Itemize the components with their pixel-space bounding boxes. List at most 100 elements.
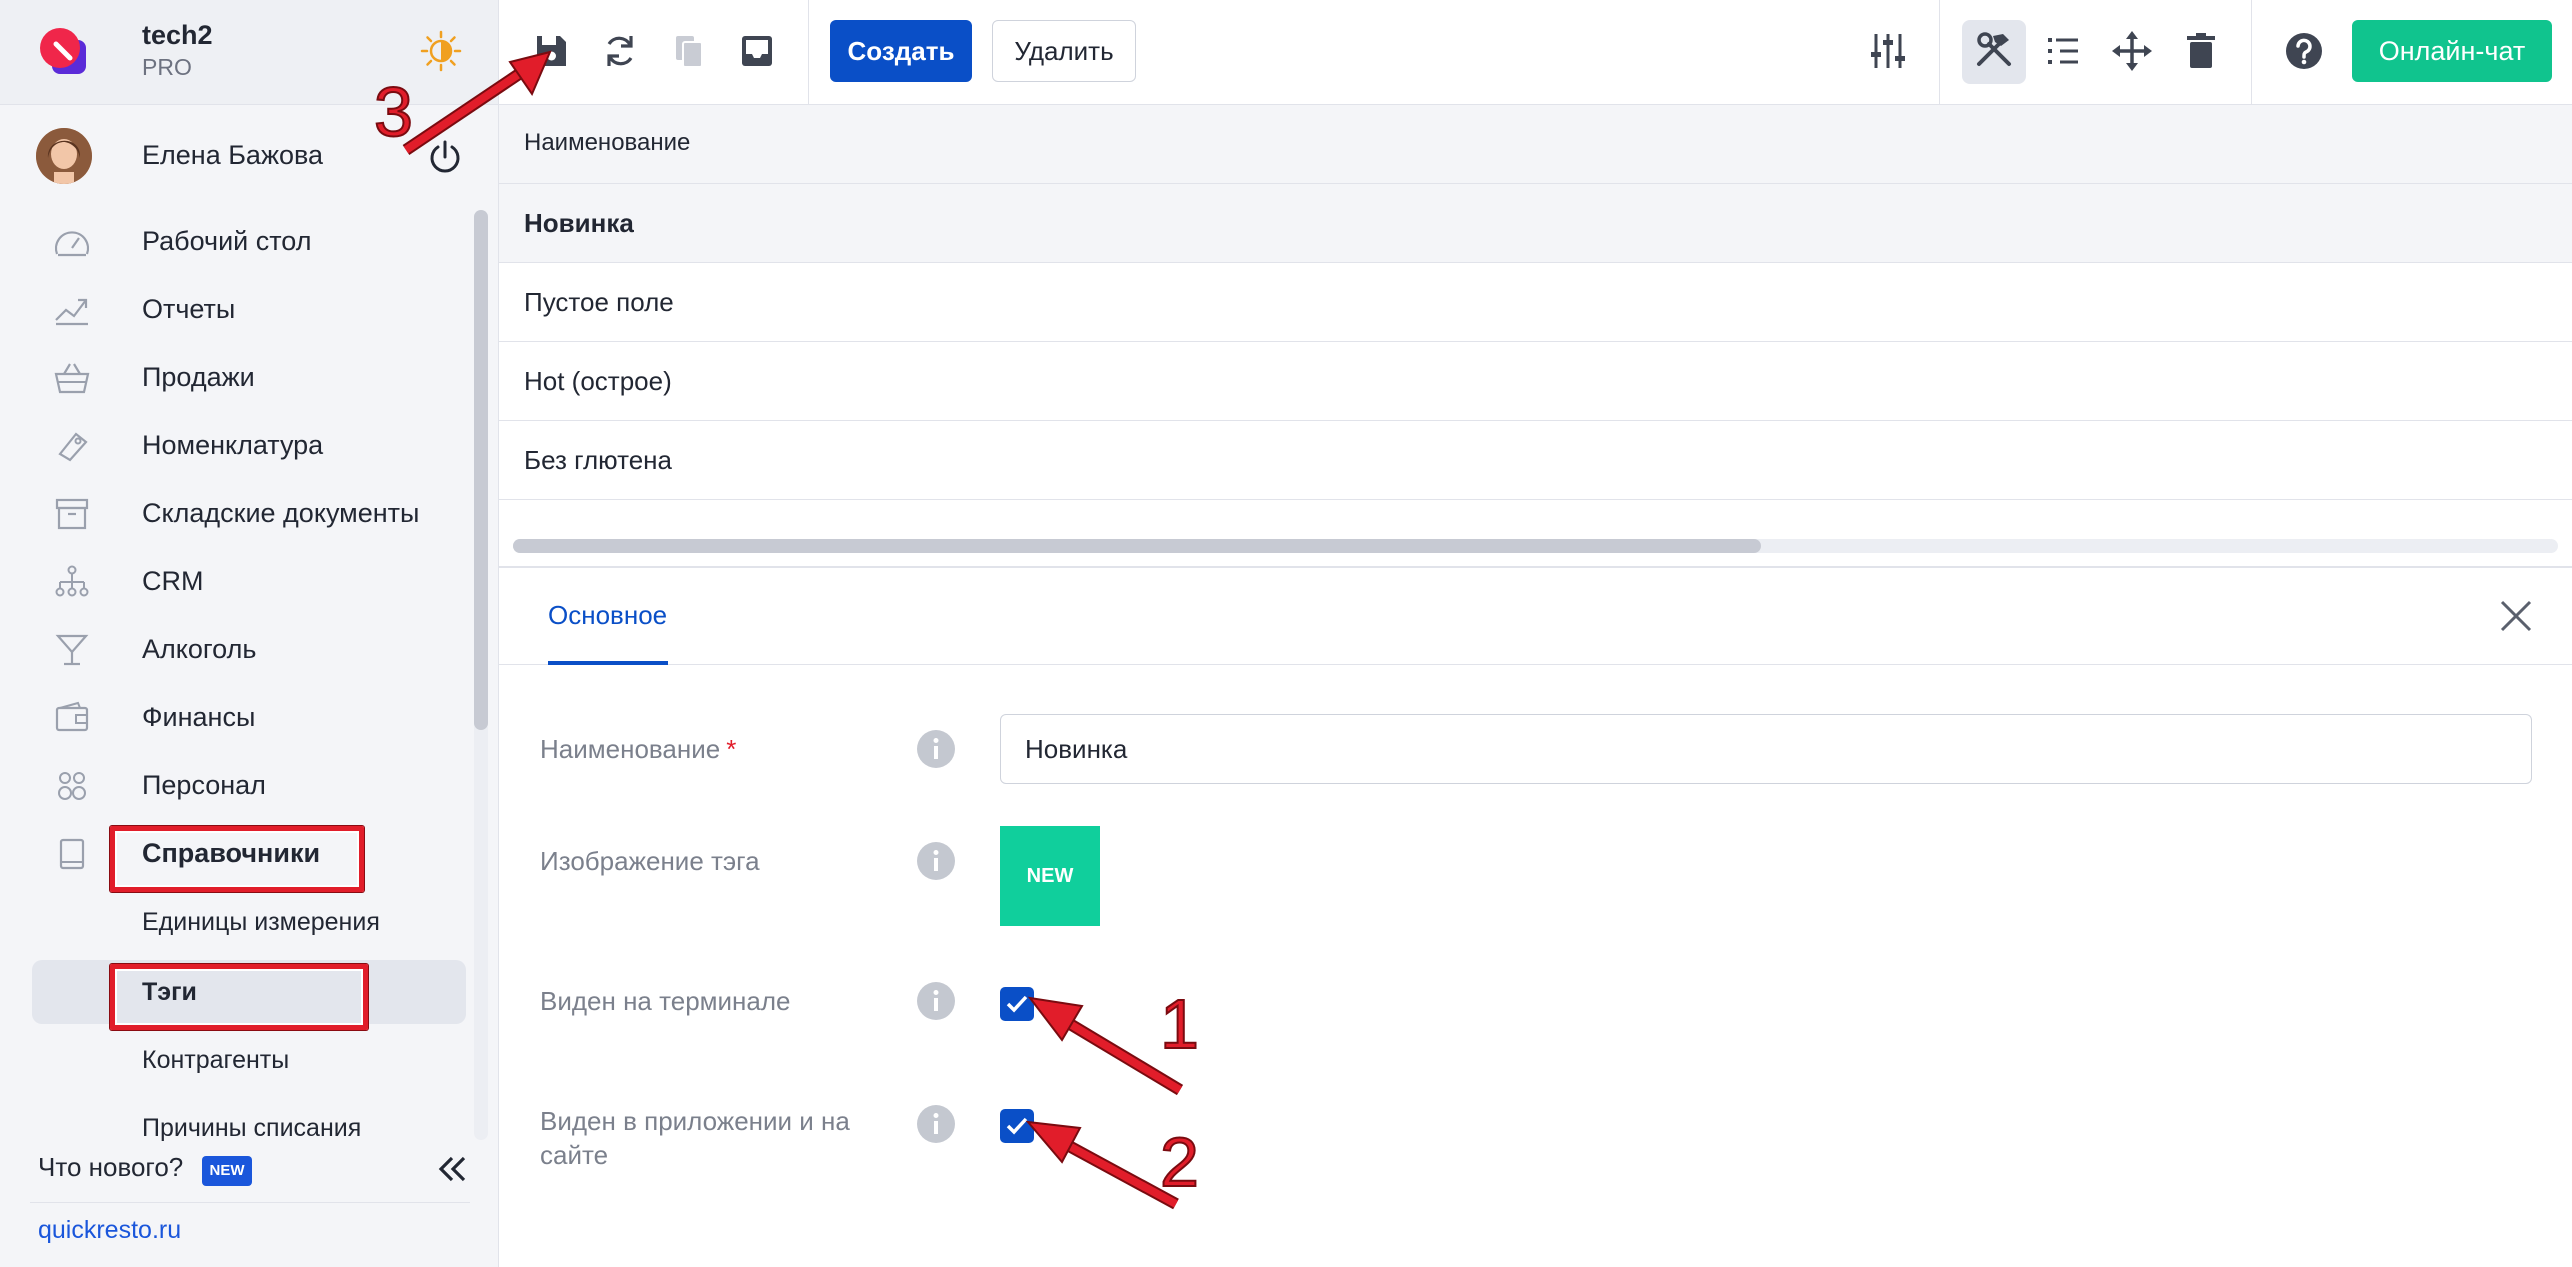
annotation-number-2: 2 <box>1160 1123 1199 1201</box>
nav-item-nomenclature[interactable]: Номенклатура <box>0 412 470 480</box>
table-cell: Без глютена <box>524 445 673 475</box>
copy-icon[interactable] <box>666 28 712 74</box>
people-icon <box>58 772 86 800</box>
user-panel: Елена Бажова <box>0 104 498 208</box>
theme-toggle-icon[interactable] <box>420 30 462 72</box>
subnav-item-counterparties[interactable]: Контрагенты <box>32 1028 466 1092</box>
name-label-text: Наименование <box>540 734 721 764</box>
nav-item-label: Продажи <box>142 362 255 392</box>
nav-item-label: Рабочий стол <box>142 226 312 256</box>
collapse-sidebar-icon[interactable] <box>432 1152 472 1186</box>
avatar-image-icon <box>36 128 92 184</box>
new-badge: NEW <box>202 1156 252 1186</box>
website-link[interactable]: quickresto.ru <box>38 1216 181 1245</box>
trash-icon[interactable] <box>2178 28 2224 74</box>
basket-icon <box>54 363 90 394</box>
table-row[interactable]: Без глютена <box>499 421 2572 500</box>
nav-item-crm[interactable]: CRM <box>0 548 470 616</box>
required-asterisk: * <box>726 734 737 764</box>
info-icon[interactable] <box>916 981 956 1021</box>
user-name: Елена Бажова <box>142 140 324 170</box>
dashboard-icon <box>54 231 90 257</box>
table-row[interactable]: Hot (острое) <box>499 342 2572 421</box>
detail-tabs <box>499 568 2572 665</box>
tag-image-label: Изображение тэга <box>540 846 760 876</box>
inbox-icon[interactable] <box>734 28 780 74</box>
sidebar-footer-divider <box>30 1202 470 1203</box>
wallet-icon <box>55 701 89 732</box>
tag-icon <box>58 432 88 462</box>
info-icon[interactable] <box>916 1104 956 1144</box>
checkmark-icon <box>1006 995 1028 1013</box>
nav-item-label: Складские документы <box>142 498 420 528</box>
nav-item-label: CRM <box>142 566 204 596</box>
nav-item-warehouse-docs[interactable]: Складские документы <box>0 480 470 548</box>
annotation-number-1: 1 <box>1160 985 1199 1063</box>
toolbar: Создать Удалить Онлайн-чат <box>499 0 2572 105</box>
checkmark-icon <box>1006 1117 1028 1135</box>
nav-item-reports[interactable]: Отчеты <box>0 276 470 344</box>
online-chat-button[interactable]: Онлайн-чат <box>2352 20 2552 82</box>
highlight-box-references <box>110 826 364 892</box>
plan-label: PRO <box>142 54 192 80</box>
info-icon[interactable] <box>916 841 956 881</box>
table-row[interactable]: Пустое поле <box>499 263 2572 342</box>
visible-terminal-checkbox[interactable] <box>1000 987 1034 1021</box>
close-icon[interactable] <box>2496 596 2536 636</box>
name-input[interactable] <box>1001 715 2531 783</box>
subnav-item-label: Единицы измерения <box>142 908 380 936</box>
info-icon[interactable] <box>916 729 956 769</box>
toolbar-divider <box>1939 0 1940 104</box>
subnav-item-units[interactable]: Единицы измерения <box>32 890 466 954</box>
subnav-item-label: Причины списания <box>142 1114 362 1142</box>
nav-item-label: Персонал <box>142 770 266 800</box>
hierarchy-icon <box>55 565 89 597</box>
nav-item-label: Финансы <box>142 702 256 732</box>
subnav-item-writeoff-reasons[interactable]: Причины списания <box>32 1096 466 1160</box>
nav-item-alcohol[interactable]: Алкоголь <box>0 616 470 684</box>
whats-new-link[interactable]: Что нового? <box>38 1152 183 1183</box>
tag-image-preview[interactable]: NEW <box>1000 826 1100 926</box>
nav-item-label: Отчеты <box>142 294 236 324</box>
nav-item-finance[interactable]: Финансы <box>0 684 470 752</box>
highlight-box-tags <box>110 964 368 1030</box>
logout-power-icon[interactable] <box>426 138 464 176</box>
visible-app-label: Виден в приложении и на сайте <box>540 1106 850 1170</box>
name-label: Наименование * <box>540 732 736 766</box>
nav-item-sales[interactable]: Продажи <box>0 344 470 412</box>
table-header-row: Наименование <box>499 105 2572 184</box>
name-field[interactable] <box>1000 714 2532 784</box>
table-row[interactable]: Новинка <box>499 184 2572 263</box>
visible-app-checkbox[interactable] <box>1000 1109 1034 1143</box>
archive-icon <box>55 498 89 530</box>
active-tab-indicator <box>548 661 668 665</box>
arrow-1-icon <box>1027 996 1184 1096</box>
arrow-2-icon <box>1025 1120 1179 1210</box>
sidebar-scrollbar-thumb[interactable] <box>474 210 488 730</box>
refresh-icon[interactable] <box>597 28 643 74</box>
app-logo-icon <box>40 28 86 74</box>
toolbar-divider <box>808 0 809 104</box>
nav-item-staff[interactable]: Персонал <box>0 752 470 820</box>
list-icon[interactable] <box>2040 28 2086 74</box>
help-icon[interactable] <box>2281 28 2327 74</box>
visible-terminal-label: Виден на терминале <box>540 986 791 1016</box>
move-arrows-icon[interactable] <box>2109 28 2155 74</box>
save-icon[interactable] <box>528 28 574 74</box>
avatar[interactable] <box>36 128 92 184</box>
chart-icon <box>55 298 88 326</box>
table-cell: Новинка <box>524 208 634 238</box>
create-button[interactable]: Создать <box>830 20 972 82</box>
nav-item-dashboard[interactable]: Рабочий стол <box>0 208 470 276</box>
delete-button[interactable]: Удалить <box>992 20 1136 82</box>
tab-main[interactable]: Основное <box>548 600 667 631</box>
sliders-settings-icon[interactable] <box>1865 28 1911 74</box>
tools-hammer-wrench-icon[interactable] <box>1971 28 2017 74</box>
company-name: tech2 <box>142 20 213 50</box>
sidebar: tech2 PRO Елена Бажова Рабочий стол Отче… <box>0 0 499 1267</box>
toolbar-divider <box>2251 0 2252 104</box>
table-scrollbar-thumb[interactable] <box>513 539 1761 553</box>
subnav-item-label: Контрагенты <box>142 1046 290 1074</box>
column-header-name[interactable]: Наименование <box>524 129 690 157</box>
table-cell: Hot (острое) <box>524 366 672 396</box>
